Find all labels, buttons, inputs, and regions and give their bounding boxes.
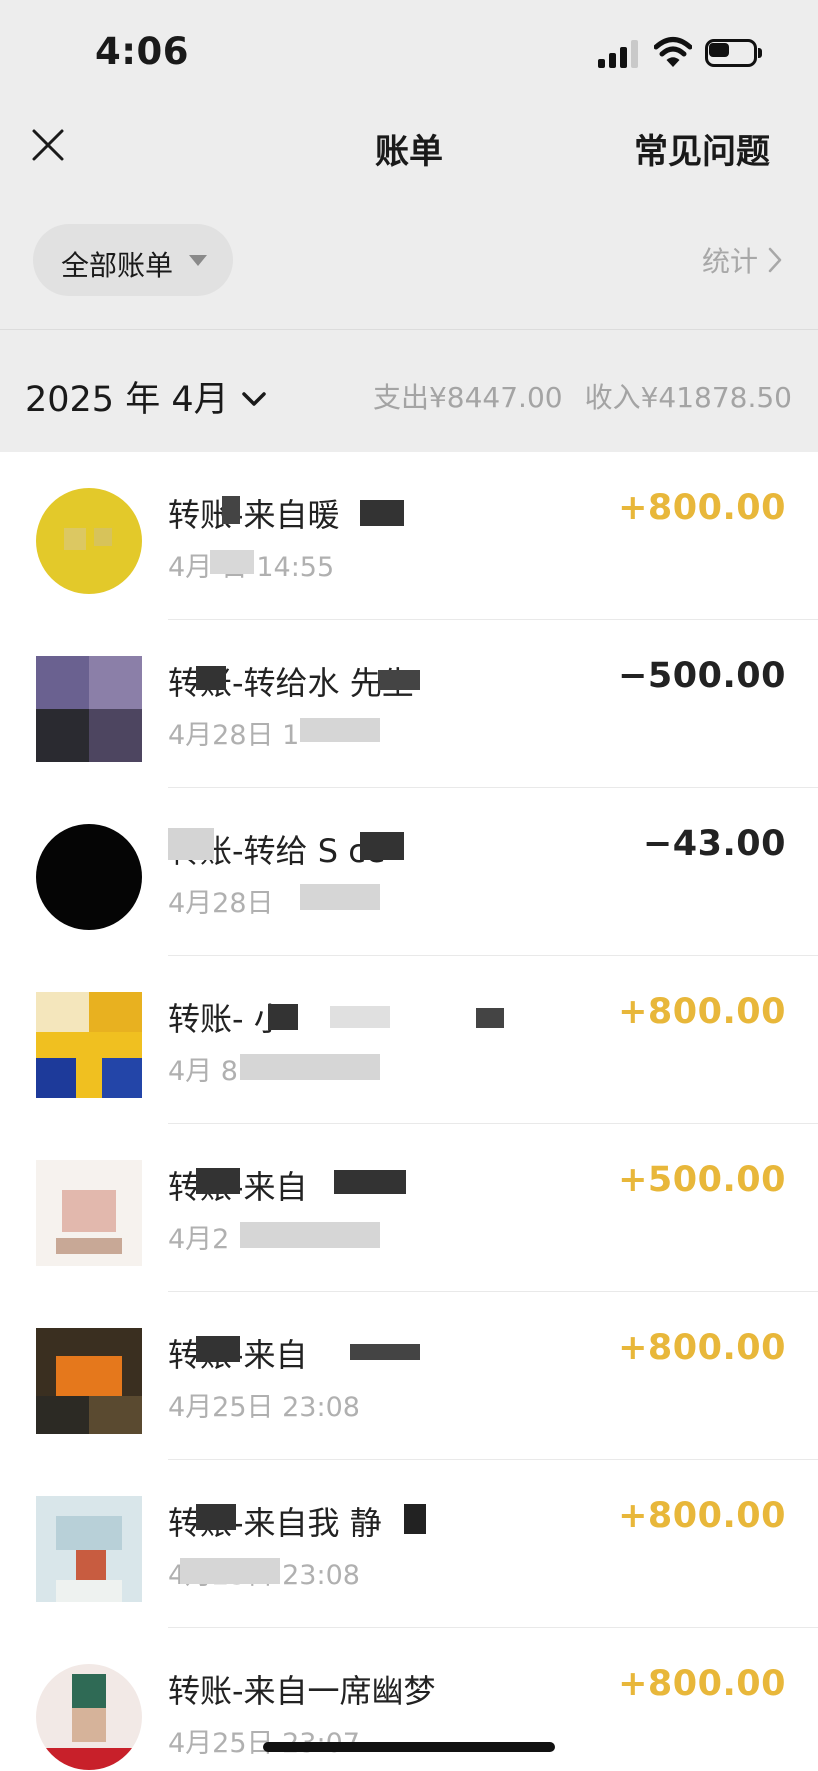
avatar bbox=[36, 1328, 142, 1434]
wifi-icon bbox=[654, 37, 692, 67]
bill-screen: 4:06 账单 常见问题 全部账单 统计 2025 年 4月 支出¥8447.0… bbox=[0, 0, 818, 1771]
statistics-link[interactable]: 统计 bbox=[702, 240, 784, 280]
chevron-right-icon bbox=[768, 247, 782, 273]
status-time: 4:06 bbox=[95, 30, 190, 73]
battery-level-fill bbox=[709, 43, 729, 57]
privacy-mosaic bbox=[334, 1170, 406, 1194]
privacy-mosaic bbox=[180, 1558, 280, 1584]
privacy-mosaic bbox=[378, 670, 420, 690]
privacy-mosaic bbox=[360, 832, 404, 860]
cellular-signal-icon bbox=[598, 40, 640, 68]
privacy-mosaic bbox=[240, 1054, 380, 1080]
faq-link[interactable]: 常见问题 bbox=[634, 124, 770, 173]
avatar bbox=[36, 992, 142, 1098]
privacy-mosaic bbox=[300, 884, 380, 910]
avatar bbox=[36, 1160, 142, 1266]
filter-row: 全部账单 统计 bbox=[0, 190, 818, 330]
privacy-mosaic bbox=[476, 1008, 504, 1028]
privacy-mosaic bbox=[240, 1222, 380, 1248]
privacy-mosaic bbox=[350, 1344, 420, 1360]
privacy-mosaic bbox=[360, 500, 404, 526]
nav-bar: 账单 常见问题 bbox=[0, 100, 818, 190]
month-label: 2025 年 4月 bbox=[25, 380, 229, 420]
transaction-time: 4月28日 bbox=[168, 888, 274, 919]
transaction-amount: +800.00 bbox=[618, 1664, 786, 1704]
transaction-row[interactable]: 转账- 小 4月 8 +800.00 bbox=[0, 956, 818, 1124]
month-summary: 支出¥8447.00 收入¥41878.50 bbox=[373, 376, 792, 416]
statistics-label: 统计 bbox=[701, 245, 758, 278]
avatar bbox=[36, 488, 142, 594]
privacy-mosaic bbox=[268, 1004, 298, 1030]
transaction-amount: +800.00 bbox=[618, 992, 786, 1032]
transaction-amount: −43.00 bbox=[642, 824, 786, 864]
transaction-title: 转账-来自暖 bbox=[168, 496, 340, 534]
bill-type-dropdown-label: 全部账单 bbox=[61, 249, 174, 282]
avatar bbox=[36, 1496, 142, 1602]
month-header: 2025 年 4月 支出¥8447.00 收入¥41878.50 bbox=[0, 331, 818, 452]
expense-total: 支出¥8447.00 bbox=[372, 381, 563, 414]
transaction-amount: +800.00 bbox=[618, 1496, 786, 1536]
transaction-time: 4月25日 23:08 bbox=[168, 1392, 360, 1423]
privacy-mosaic bbox=[168, 828, 214, 860]
status-bar: 4:06 bbox=[0, 0, 818, 100]
transaction-time: 4月25日 23:07 bbox=[168, 1728, 360, 1759]
privacy-mosaic bbox=[196, 1336, 240, 1362]
transaction-time: 4月 8 bbox=[168, 1056, 238, 1087]
privacy-mosaic bbox=[196, 666, 226, 690]
transaction-time: 4月28日 1 bbox=[168, 720, 300, 751]
transaction-amount: +800.00 bbox=[618, 488, 786, 528]
transaction-list: 转账-来自暖 4月 日 14:55 +800.00 转账-转给水 先生 4月28… bbox=[0, 452, 818, 1771]
chevron-down-icon bbox=[241, 391, 266, 406]
transaction-amount: +800.00 bbox=[618, 1328, 786, 1368]
transaction-amount: +500.00 bbox=[618, 1160, 786, 1200]
transaction-row[interactable]: 转账-来自 4月25日 23:08 +800.00 bbox=[0, 1292, 818, 1460]
transaction-title: 转账-来自一席幽梦 bbox=[168, 1672, 436, 1710]
transaction-row[interactable]: 转账-转给 S ce 4月28日 −43.00 bbox=[0, 788, 818, 956]
privacy-mosaic bbox=[300, 718, 380, 742]
bill-type-dropdown[interactable]: 全部账单 bbox=[33, 224, 233, 296]
transaction-time: 4月2 bbox=[168, 1224, 230, 1255]
privacy-mosaic bbox=[196, 1168, 240, 1194]
privacy-mosaic bbox=[404, 1504, 426, 1534]
battery-icon bbox=[705, 39, 763, 67]
home-indicator[interactable] bbox=[263, 1742, 555, 1752]
avatar bbox=[36, 656, 142, 762]
transaction-row[interactable]: 转账-转给水 先生 4月28日 1 −500.00 bbox=[0, 620, 818, 788]
caret-down-icon bbox=[189, 255, 207, 266]
transaction-row[interactable]: 转账-来自暖 4月 日 14:55 +800.00 bbox=[0, 452, 818, 620]
privacy-mosaic bbox=[210, 550, 254, 574]
avatar bbox=[36, 824, 142, 930]
transaction-amount: −500.00 bbox=[618, 656, 786, 696]
month-picker[interactable]: 2025 年 4月 bbox=[25, 371, 267, 422]
privacy-mosaic bbox=[196, 1504, 236, 1530]
privacy-mosaic bbox=[330, 1006, 390, 1028]
income-total: 收入¥41878.50 bbox=[584, 381, 792, 414]
privacy-mosaic bbox=[222, 496, 240, 524]
transaction-row[interactable]: 转账-来自 4月2 +500.00 bbox=[0, 1124, 818, 1292]
avatar bbox=[36, 1664, 142, 1770]
transaction-row[interactable]: 转账-来自我 静 4月25日 23:08 +800.00 bbox=[0, 1460, 818, 1628]
